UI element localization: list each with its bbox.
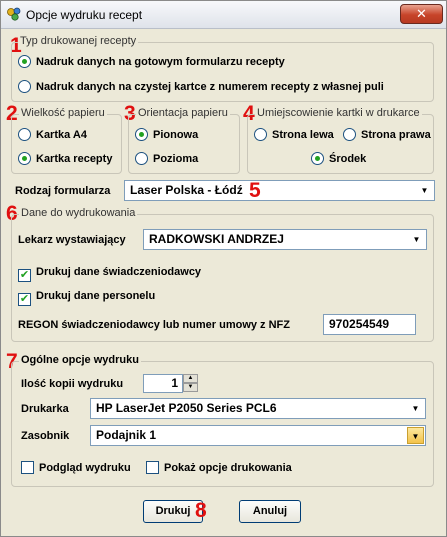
radio-indicator[interactable] — [311, 152, 324, 165]
radio-srodek[interactable]: Środek — [311, 152, 366, 165]
lekarz-dropdown[interactable]: RADKOWSKI ANDRZEJ ▼ — [143, 229, 427, 250]
radio-indicator[interactable] — [18, 128, 31, 141]
zasobnik-label: Zasobnik — [21, 430, 70, 442]
spin-down-icon[interactable]: ▼ — [183, 383, 198, 392]
drukarka-label: Drukarka — [21, 403, 69, 415]
drukarka-value: HP LaserJet P2050 Series PCL6 — [96, 401, 277, 415]
rodzaj-formularza-label: Rodzaj formularza — [15, 185, 111, 197]
group-ogolne-opcje: Ogólne opcje wydruku Ilość kopii wydruku… — [11, 354, 434, 487]
group-umiejscowienie-legend: Umiejscowienie kartki w drukarce — [255, 107, 422, 119]
close-button[interactable]: ✕ — [400, 4, 443, 24]
radio-indicator[interactable] — [18, 152, 31, 165]
radio-indicator[interactable] — [18, 55, 31, 68]
title-bar[interactable]: Opcje wydruku recept ✕ — [1, 1, 446, 29]
checkbox-dane-swiadczeniodawcy[interactable]: ✔ Drukuj dane świadczeniodawcy — [18, 266, 201, 282]
annotation-5: 5 — [249, 179, 261, 202]
check-icon[interactable]: ✔ — [18, 269, 31, 282]
lekarz-label: Lekarz wystawiający — [18, 234, 126, 246]
print-options-dialog: Opcje wydruku recept ✕ 1 Typ drukowanej … — [0, 0, 447, 537]
group-wielkosc-legend: Wielkość papieru — [19, 107, 107, 119]
radio-indicator[interactable] — [135, 152, 148, 165]
radio-strona-lewa[interactable]: Strona lewa — [254, 128, 334, 141]
radio-pionowa[interactable]: Pionowa — [135, 128, 198, 141]
app-icon — [7, 7, 21, 21]
radio-strona-prawa[interactable]: Strona prawa — [343, 128, 431, 141]
checkbox-podglad-wydruku[interactable]: Podgląd wydruku — [21, 461, 131, 474]
radio-kartka-recepty[interactable]: Kartka recepty — [18, 152, 112, 165]
checkbox-empty-icon[interactable] — [146, 461, 159, 474]
regon-input[interactable]: 970254549 — [323, 314, 416, 335]
group-wielkosc-papieru: Wielkość papieru Kartka A4 Kartka recept… — [11, 107, 122, 174]
regon-label: REGON świadczeniodawcy lub numer umowy z… — [18, 319, 290, 331]
radio-indicator[interactable] — [18, 80, 31, 93]
group-orientacja-papieru: Orientacja papieru Pionowa Pozioma — [128, 107, 240, 174]
radio-pozioma[interactable]: Pozioma — [135, 152, 198, 165]
group-dane-do-wydrukowania: Dane do wydrukowania Lekarz wystawiający… — [11, 207, 434, 342]
group-ogolne-legend: Ogólne opcje wydruku — [19, 354, 141, 366]
chevron-down-icon[interactable]: ▼ — [407, 427, 424, 444]
chevron-down-icon[interactable]: ▼ — [408, 231, 425, 248]
chevron-down-icon[interactable]: ▼ — [416, 182, 433, 199]
checkbox-empty-icon[interactable] — [21, 461, 34, 474]
kopie-input[interactable]: 1 — [143, 374, 183, 393]
group-umiejscowienie: Umiejscowienie kartki w drukarce Strona … — [247, 107, 434, 174]
kopie-label: Ilość kopii wydruku — [21, 378, 124, 390]
group-dane-legend: Dane do wydrukowania — [19, 207, 138, 219]
checkbox-dane-personelu[interactable]: ✔ Drukuj dane personelu — [18, 290, 155, 306]
radio-kartka-a4[interactable]: Kartka A4 — [18, 128, 87, 141]
zasobnik-value: Podajnik 1 — [96, 428, 157, 442]
dialog-body: 1 Typ drukowanej recepty Nadruk danych n… — [6, 30, 442, 533]
rodzaj-formularza-dropdown[interactable]: Laser Polska - Łódź ▼ — [124, 180, 435, 201]
radio-czysta-kartka[interactable]: Nadruk danych na czystej kartce z numere… — [18, 80, 384, 93]
radio-gotowy-formularz[interactable]: Nadruk danych na gotowym formularzu rece… — [18, 55, 285, 68]
cancel-button[interactable]: Anuluj — [239, 500, 301, 523]
print-button[interactable]: Drukuj — [143, 500, 203, 523]
rodzaj-formularza-value: Laser Polska - Łódź — [130, 183, 243, 197]
group-orientacja-legend: Orientacja papieru — [136, 107, 230, 119]
group-typ-recepty: Typ drukowanej recepty Nadruk danych na … — [11, 35, 434, 102]
radio-indicator[interactable] — [135, 128, 148, 141]
radio-indicator[interactable] — [254, 128, 267, 141]
checkbox-pokaz-opcje[interactable]: Pokaż opcje drukowania — [146, 461, 292, 474]
window-title: Opcje wydruku recept — [26, 8, 143, 22]
lekarz-value: RADKOWSKI ANDRZEJ — [149, 232, 284, 246]
drukarka-dropdown[interactable]: HP LaserJet P2050 Series PCL6 ▼ — [90, 398, 426, 419]
group-typ-legend: Typ drukowanej recepty — [18, 35, 139, 47]
radio-indicator[interactable] — [343, 128, 356, 141]
spin-up-icon[interactable]: ▲ — [183, 374, 198, 383]
zasobnik-dropdown[interactable]: Podajnik 1 ▼ — [90, 425, 426, 446]
check-icon[interactable]: ✔ — [18, 293, 31, 306]
chevron-down-icon[interactable]: ▼ — [407, 400, 424, 417]
annotation-8: 8 — [195, 499, 207, 522]
